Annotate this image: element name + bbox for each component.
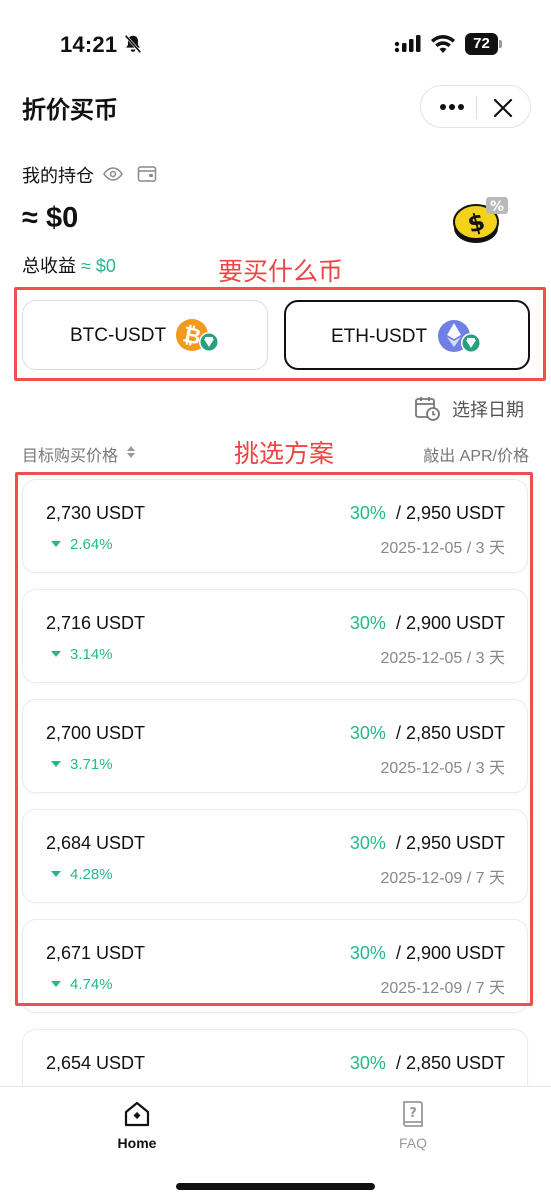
svg-text:?: ? xyxy=(409,1106,417,1121)
home-indicator xyxy=(176,1183,375,1190)
column-apr-price: 敲出 APR/价格 xyxy=(423,448,529,465)
signal-icon xyxy=(394,35,421,53)
pair-label: BTC-USDT xyxy=(70,325,167,346)
offer-strike: / 2,850 USDT xyxy=(395,1053,505,1073)
annotation-choose-plan: 挑选方案 xyxy=(234,440,335,468)
profit-label: 总收益 xyxy=(22,256,76,276)
bell-muted-icon xyxy=(124,34,142,54)
pair-button-btc-usdt[interactable]: BTC-USDT ₿ xyxy=(22,300,268,370)
date-select-button[interactable]: 选择日期 xyxy=(414,393,532,423)
profit-value: ≈ $0 xyxy=(81,256,116,276)
tab-home-label: Home xyxy=(117,1135,157,1151)
sort-icon[interactable] xyxy=(126,444,136,460)
tab-faq-label: FAQ xyxy=(398,1135,427,1151)
column-target-price[interactable]: 目标购买价格 xyxy=(22,442,118,466)
eth-usdt-icon xyxy=(438,320,481,353)
eye-icon[interactable] xyxy=(103,166,123,182)
page-title: 折价买币 xyxy=(22,97,118,124)
pair-button-eth-usdt[interactable]: ETH-USDT xyxy=(284,300,530,370)
svg-text:%: % xyxy=(490,199,504,215)
tab-faq[interactable]: ? FAQ xyxy=(373,1099,453,1159)
offer-apr-strike: 30% / 2,850 USDT xyxy=(350,1053,505,1074)
offer-price: 2,654 USDT xyxy=(46,1053,146,1073)
calendar-clock-icon xyxy=(415,397,440,421)
profit-row: 总收益 ≈ $0 xyxy=(22,252,116,278)
status-bar: 14:21 72 xyxy=(0,0,551,90)
holdings-label: 我的持仓 xyxy=(22,166,94,186)
pair-label: ETH-USDT xyxy=(331,326,428,347)
annotation-choose-coin: 要买什么币 xyxy=(218,258,344,286)
annotation-box-offers xyxy=(15,472,533,1006)
btc-usdt-icon: ₿ xyxy=(176,319,219,352)
wallet-icon[interactable] xyxy=(137,165,157,183)
wifi-icon xyxy=(431,35,455,53)
offer-apr: 30% xyxy=(349,1053,386,1073)
tab-home[interactable]: Home xyxy=(97,1099,177,1159)
status-time: 14:21 xyxy=(60,32,118,57)
faq-book-icon: ? xyxy=(403,1101,423,1127)
more-icon[interactable] xyxy=(437,98,467,116)
holdings-amount: ≈ $0 xyxy=(22,202,79,234)
close-icon[interactable] xyxy=(491,96,515,120)
battery-level: 72 xyxy=(465,33,498,55)
date-select-label: 选择日期 xyxy=(452,400,524,420)
mini-program-capsule xyxy=(420,85,531,128)
coin-discount-icon: $ % xyxy=(453,197,508,243)
home-icon xyxy=(124,1101,150,1127)
battery-icon: 72 xyxy=(465,33,502,55)
